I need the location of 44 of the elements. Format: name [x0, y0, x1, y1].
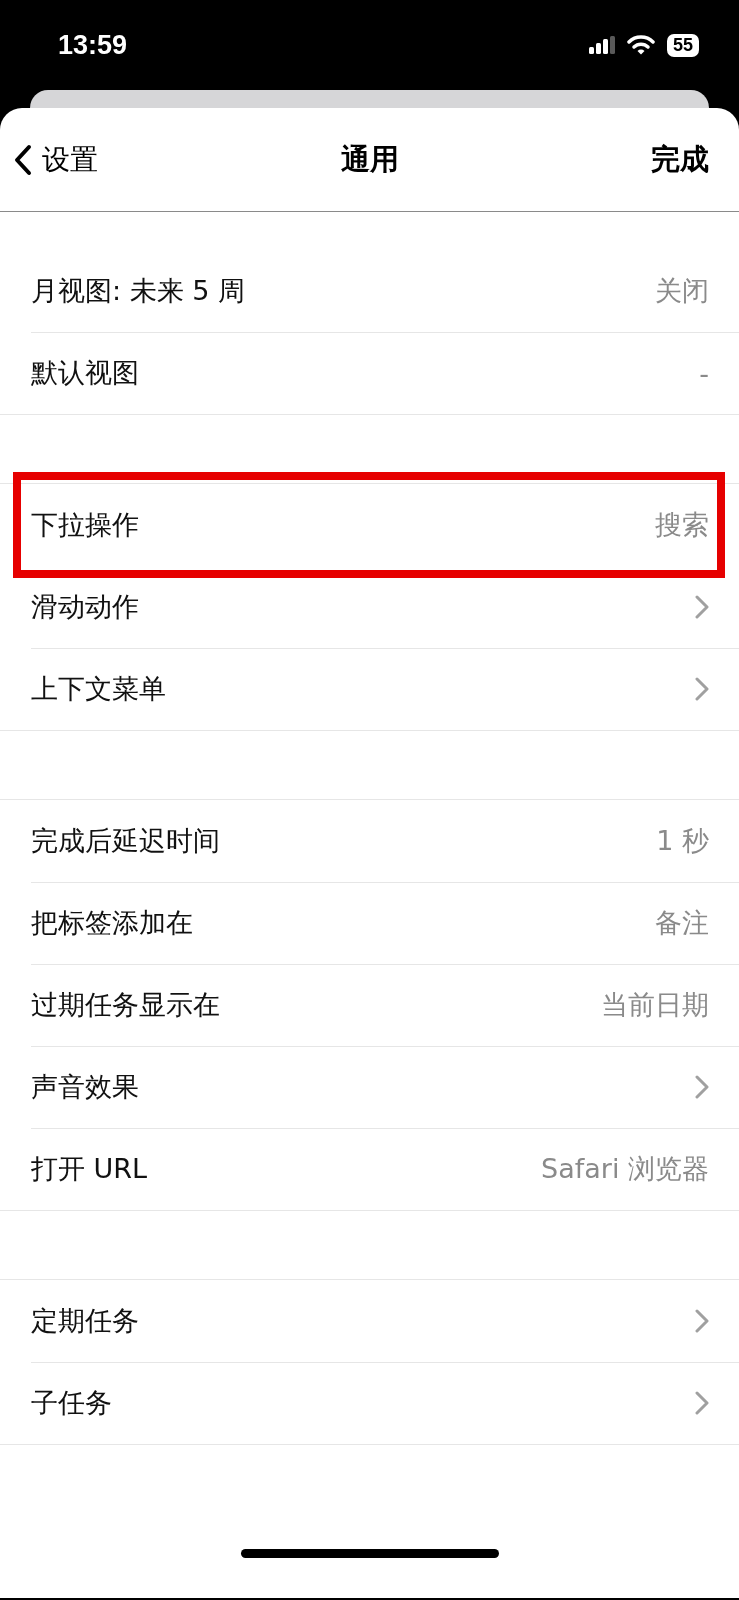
row-label: 完成后延迟时间: [31, 824, 220, 858]
back-button[interactable]: 设置: [14, 140, 98, 179]
signal-icon: [588, 36, 615, 54]
row-label: 上下文菜单: [31, 672, 166, 706]
row-value: 搜索: [655, 508, 709, 542]
row-label: 打开 URL: [31, 1152, 148, 1186]
settings-row[interactable]: 滑动动作: [0, 566, 739, 648]
row-label: 把标签添加在: [31, 906, 193, 940]
chevron-icon: [695, 1309, 709, 1333]
settings-row[interactable]: 下拉操作 搜索: [21, 484, 717, 566]
settings-row[interactable]: 默认视图 -: [0, 332, 739, 414]
row-label: 定期任务: [31, 1304, 139, 1338]
settings-row[interactable]: 子任务: [0, 1362, 739, 1444]
battery-level: 55: [666, 33, 699, 57]
row-label: 默认视图: [31, 356, 139, 390]
settings-row[interactable]: 月视图: 未来 5 周 关闭: [0, 250, 739, 332]
settings-row[interactable]: 声音效果: [0, 1046, 739, 1128]
row-value: 备注: [655, 906, 709, 940]
row-label: 子任务: [31, 1386, 112, 1420]
chevron-icon: [695, 1075, 709, 1099]
settings-row[interactable]: 过期任务显示在 当前日期: [0, 964, 739, 1046]
row-label: 月视图: 未来 5 周: [31, 274, 246, 308]
settings-row[interactable]: 上下文菜单: [0, 648, 739, 730]
row-label: 过期任务显示在: [31, 988, 220, 1022]
row-value: -: [699, 357, 709, 389]
status-time: 13:59: [58, 29, 128, 61]
chevron-icon: [695, 595, 709, 619]
settings-row[interactable]: 完成后延迟时间 1 秒: [0, 800, 739, 882]
settings-row[interactable]: 打开 URL Safari 浏览器: [0, 1128, 739, 1210]
done-button[interactable]: 完成: [651, 139, 709, 180]
row-label: 声音效果: [31, 1070, 139, 1104]
row-value: 当前日期: [601, 988, 709, 1022]
wifi-icon: [626, 35, 655, 55]
chevron-icon: [695, 677, 709, 701]
row-label: 下拉操作: [31, 508, 139, 542]
row-value: 1 秒: [656, 824, 709, 858]
settings-row[interactable]: 把标签添加在 备注: [0, 882, 739, 964]
settings-row[interactable]: 定期任务: [0, 1280, 739, 1362]
back-chevron-icon: [14, 143, 32, 176]
chevron-icon: [695, 1391, 709, 1415]
page-title: 通用: [340, 140, 399, 178]
row-value: 关闭: [655, 274, 709, 308]
row-label: 滑动动作: [31, 590, 139, 624]
row-value: Safari 浏览器: [541, 1152, 709, 1186]
